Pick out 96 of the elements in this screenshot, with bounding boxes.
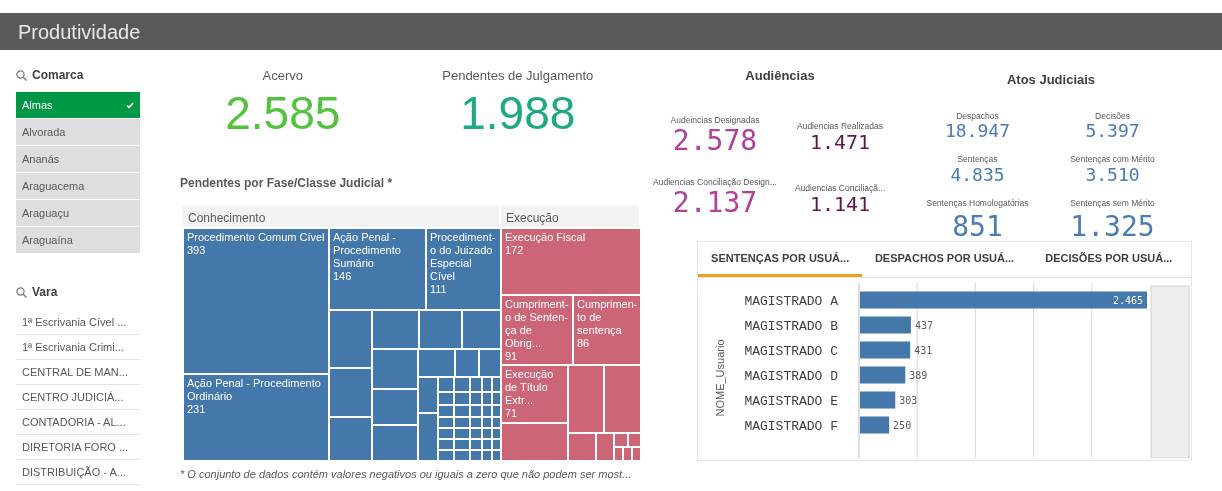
check-icon [126, 101, 134, 109]
stat-label: Audeincias Designadas [669, 113, 761, 127]
list-item[interactable]: DISTRIBUIÇÃO - A... [16, 461, 140, 485]
footnote: * O conjunto de dados contém valores negativos ou iguais a zero que não podem ser most... [180, 466, 633, 482]
stat-value: 5.397 [1084, 122, 1141, 142]
list-item[interactable]: Ananás [16, 146, 140, 172]
tile-label: Ação Penal - Procedimento Ordinário [187, 376, 322, 403]
axis-label: MAGISTRADO C [744, 343, 838, 359]
list-item[interactable]: Araguaína [16, 227, 140, 253]
tile-value: 86 [577, 336, 591, 350]
stat-value: 1.471 [808, 132, 872, 154]
bar[interactable] [860, 391, 896, 409]
stat-label: Despachos [955, 109, 1000, 123]
kpi-label: Acervo [261, 67, 304, 85]
tile-label: Execução Fiscal [505, 230, 587, 244]
stat-value: 1.141 [808, 194, 871, 216]
bar[interactable] [860, 341, 911, 359]
axis-title: NOME_Usuario [714, 339, 726, 417]
treemap-tile[interactable]: Procediment-o do Juizado Especial Cível 111 [426, 227, 501, 310]
list-item[interactable]: Araguacema [16, 173, 140, 199]
value-label: 389 [909, 369, 928, 381]
treemap-tile[interactable]: Ação Penal - Procedimento Ordinário 231 [183, 373, 329, 461]
tile-value: 231 [187, 402, 207, 416]
tile-label: Execução de Título Extr... [505, 367, 555, 407]
tab[interactable]: DESPACHOS POR USUÁ... [862, 241, 1027, 277]
kpi-value: 1.988 [459, 89, 577, 136]
filter-title: Comarca [32, 67, 84, 84]
tile-value: 71 [505, 406, 519, 420]
axis-label: MAGISTRADO D [744, 368, 838, 384]
tile-label: Procediment-o do Juizado Especial Cível [430, 230, 497, 283]
list-item[interactable]: CENTRAL DE MAN... [16, 361, 140, 385]
tile-label: Cumpriment-o de Senten-ça de Obrig... [505, 297, 569, 350]
tile-label: Ação Penal - Procedimento Sumário [333, 230, 402, 270]
treemap-tile[interactable]: Ação Penal - Procedimento Sumário 146 [329, 227, 426, 310]
tab[interactable]: DECISÕES POR USUÁ... [1026, 241, 1191, 277]
chart-title: Pendentes por Fase/Classe Judicial * [180, 174, 394, 192]
stat-value: 851 [951, 211, 1004, 241]
stat-value: 3.510 [1085, 165, 1141, 185]
group-header: Execução [501, 205, 641, 227]
tile-value: 393 [187, 243, 207, 257]
list-item[interactable]: CONTADORIA - AL... [16, 411, 140, 435]
stat-label: Audiencias Conciliação Design... [652, 175, 778, 189]
section-title: Atos Judiciais [1005, 71, 1097, 89]
axis-label: MAGISTRADO B [744, 318, 838, 334]
value-label: 250 [893, 419, 912, 431]
filter-title: Vara [32, 284, 58, 301]
bar[interactable] [860, 416, 890, 434]
kpi-label: Pendentes de Julgamento [441, 67, 595, 85]
tab[interactable]: SENTENÇAS POR USUÁ... [698, 241, 863, 277]
value-label: 431 [914, 344, 933, 356]
tile-label: Procedimento Comum Cível [187, 230, 325, 244]
stat-label: Decisões [1094, 109, 1131, 123]
stat-label: Sentenças sem Mérito [1069, 196, 1156, 210]
axis-label: MAGISTRADO A [744, 293, 838, 309]
list-item[interactable]: DIRETORIA FORO ... [16, 436, 140, 460]
value-label: 2.465 [1112, 294, 1143, 306]
tile-label: Cumprimen-to de sentença [577, 297, 637, 337]
stat-value: 18.947 [944, 122, 1011, 142]
list-item[interactable]: CENTRO JUDICIÁ... [16, 386, 140, 410]
axis-label: MAGISTRADO E [744, 393, 838, 409]
axis-label: MAGISTRADO F [744, 418, 838, 434]
stat-label: Sentenças [956, 153, 999, 166]
stat-label: Sentenças Homologatórias [925, 196, 1030, 210]
tile-value: 111 [430, 282, 448, 296]
treemap-tile[interactable]: Procedimento Comum Cível 393 [183, 227, 329, 374]
stat-value: 1.325 [1069, 211, 1156, 241]
list-item[interactable]: 1ª Escrivania Cível ... [16, 311, 140, 335]
treemap-tile[interactable]: Cumprimen-to de sentença 86 [573, 294, 641, 365]
list-item[interactable]: Alvorada [16, 119, 140, 145]
bar[interactable] [860, 291, 1147, 309]
stat-value: 2.137 [671, 188, 758, 218]
search-icon[interactable] [16, 286, 27, 298]
list-item[interactable]: Araguaçu [16, 200, 140, 226]
treemap-tile[interactable]: Execução de Título Extr... 71 [501, 364, 568, 423]
list-item[interactable]: 1ª Escrivania Crimi... [16, 336, 140, 360]
bar[interactable] [860, 366, 906, 384]
tile-value: 91 [505, 349, 519, 363]
list-item[interactable]: Almas [16, 92, 140, 118]
stat-value: 2.578 [671, 126, 758, 156]
stat-label: Sentenças com Mérito [1069, 153, 1156, 166]
tile-value: 146 [333, 269, 353, 283]
search-icon[interactable] [16, 69, 27, 81]
page-title: Produtividade [18, 19, 141, 45]
stat-label: Audiencias Realizadas [796, 119, 884, 133]
treemap-tile[interactable]: Execução Fiscal 172 [501, 227, 641, 295]
bar[interactable] [860, 316, 911, 334]
kpi-value: 2.585 [224, 89, 342, 136]
section-title: Audiências [744, 67, 816, 85]
value-label: 303 [899, 394, 918, 406]
tile-value: 172 [505, 243, 525, 257]
treemap-tile[interactable]: Cumpriment-o de Senten-ça de Obrig... 91 [501, 294, 573, 365]
stat-label: Audiencias Conciliaçã... [793, 181, 887, 195]
value-label: 437 [914, 319, 933, 331]
group-header: Conhecimento [183, 205, 501, 227]
stat-value: 4.835 [949, 165, 1006, 185]
scrollbar[interactable] [1150, 285, 1190, 458]
